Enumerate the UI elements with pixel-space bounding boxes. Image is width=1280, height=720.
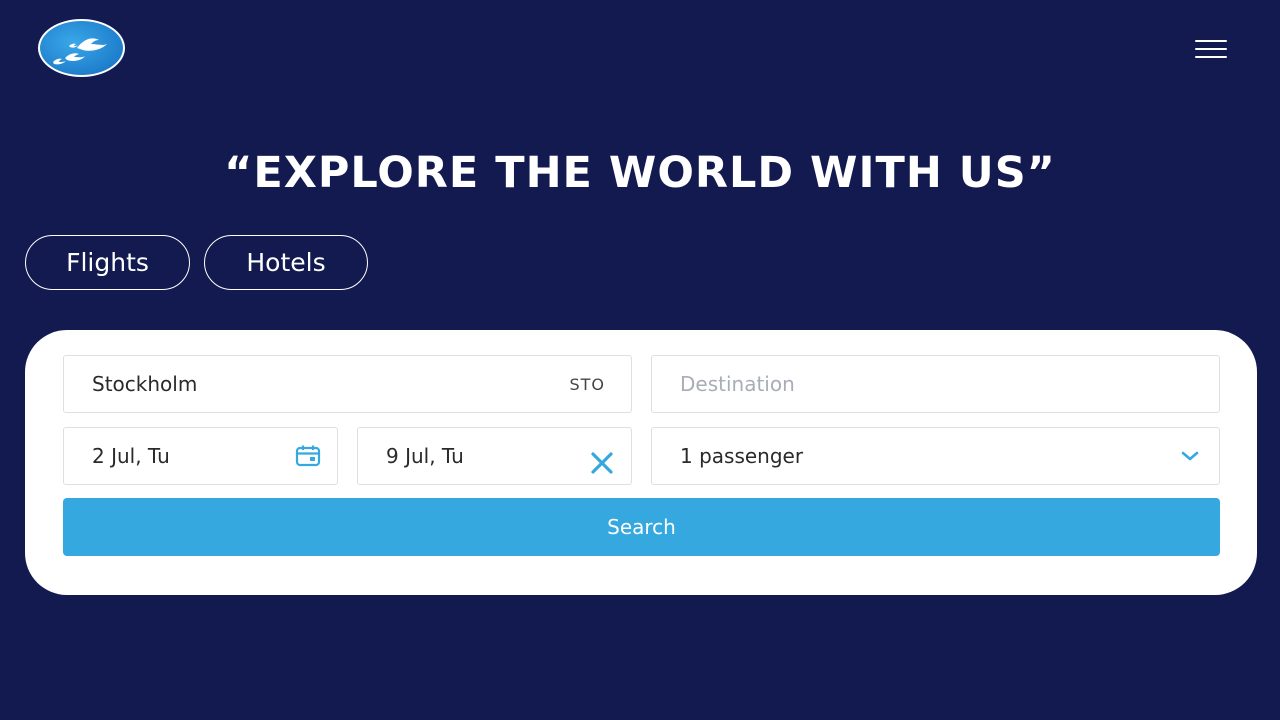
page: “EXPLORE THE WORLD WITH US” Flights Hote… [0,0,1280,720]
menu-line [1195,40,1227,42]
passengers-value: 1 passenger [680,444,804,468]
birds-logo-icon [52,38,107,65]
depart-date-value: 2 Jul, Tu [92,444,170,468]
hamburger-menu-icon[interactable] [1195,40,1227,58]
brand-logo[interactable] [38,19,125,77]
passengers-select[interactable]: 1 passenger [651,427,1220,485]
return-date-field[interactable]: 9 Jul, Tu [357,427,632,485]
depart-date-field[interactable]: 2 Jul, Tu [63,427,338,485]
search-card: Stockholm STO Destination 2 Jul, Tu 9 Ju… [25,330,1257,595]
tab-hotels[interactable]: Hotels [204,235,368,290]
calendar-icon[interactable] [293,441,323,471]
origin-value: Stockholm [92,372,198,396]
search-button[interactable]: Search [63,498,1220,556]
menu-line [1195,48,1227,50]
destination-placeholder: Destination [680,372,795,396]
clear-icon[interactable] [587,448,617,478]
page-headline: “EXPLORE THE WORLD WITH US” [224,148,1056,198]
destination-field[interactable]: Destination [651,355,1220,413]
origin-field[interactable]: Stockholm STO [63,355,632,413]
return-date-value: 9 Jul, Tu [386,444,464,468]
origin-code: STO [569,374,605,394]
tab-flights[interactable]: Flights [25,235,190,290]
menu-line [1195,56,1227,58]
chevron-down-icon [1175,441,1205,471]
